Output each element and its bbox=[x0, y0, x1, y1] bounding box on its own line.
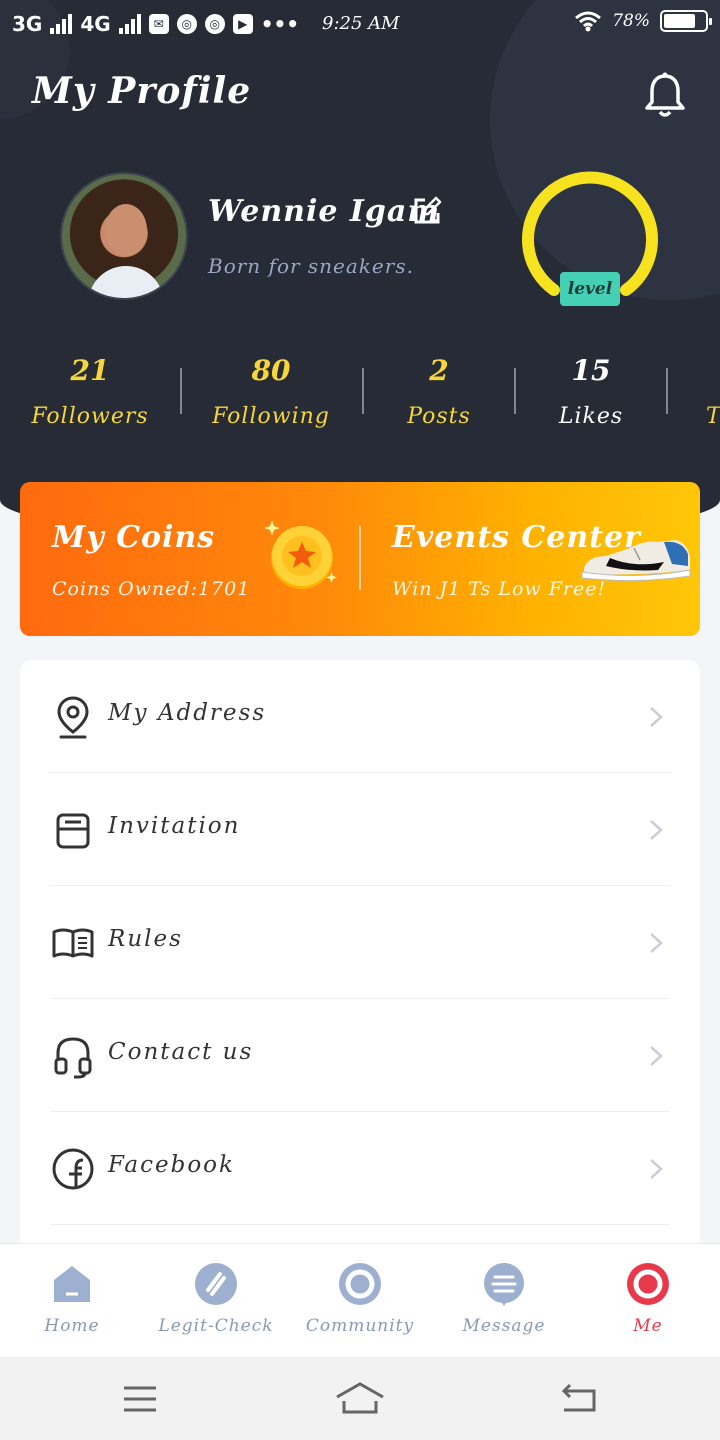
signal-icon bbox=[118, 14, 141, 34]
stat-next-partial[interactable]: T bbox=[706, 350, 720, 429]
stat-value: 15 bbox=[571, 354, 611, 387]
menu-item-rules[interactable]: Rules bbox=[20, 886, 700, 999]
separator bbox=[50, 1224, 670, 1225]
avatar-face bbox=[105, 204, 147, 256]
youtube-icon: ▶ bbox=[232, 14, 253, 34]
system-nav-bar bbox=[0, 1357, 720, 1440]
stat-label: Likes bbox=[558, 404, 624, 429]
bell-icon[interactable] bbox=[640, 70, 690, 120]
stat-likes[interactable]: 15 Likes bbox=[516, 350, 666, 429]
tab-label: Community bbox=[305, 1316, 415, 1336]
network-3g: 3G bbox=[12, 12, 43, 36]
menu-list: My Address Invitation Rules Contact us F… bbox=[20, 660, 700, 1280]
facebook-icon bbox=[52, 1148, 94, 1190]
stat-followers[interactable]: 21 Followers bbox=[15, 350, 165, 429]
tab-label: Home bbox=[44, 1316, 100, 1336]
divider bbox=[666, 368, 668, 414]
chrome-icon: ◎ bbox=[176, 14, 197, 34]
tab-label: Me bbox=[633, 1316, 663, 1336]
my-coins-title[interactable]: My Coins bbox=[52, 520, 215, 555]
stat-value-empty bbox=[706, 350, 720, 392]
menu-item-contact[interactable]: Contact us bbox=[20, 999, 700, 1112]
page-title: My Profile bbox=[32, 70, 252, 112]
stat-posts[interactable]: 2 Posts bbox=[364, 350, 514, 429]
location-pin-icon bbox=[57, 696, 89, 739]
menu-item-address[interactable]: My Address bbox=[20, 660, 700, 773]
legit-check-icon bbox=[195, 1263, 237, 1305]
stat-label: T bbox=[706, 404, 720, 429]
invitation-icon bbox=[56, 813, 90, 849]
avatar[interactable] bbox=[60, 172, 188, 300]
menu-item-invitation[interactable]: Invitation bbox=[20, 773, 700, 886]
status-bar: 3G 4G ✉ ◎ ◎ ▶ ••• 9:25 AM 78% bbox=[0, 0, 720, 48]
chevron-right-icon bbox=[650, 1159, 663, 1179]
tab-community[interactable]: Community bbox=[288, 1244, 432, 1358]
chevron-right-icon bbox=[650, 933, 663, 953]
battery-percent: 78% bbox=[612, 11, 650, 31]
chrome-icon: ◎ bbox=[204, 14, 225, 34]
avatar-shirt bbox=[88, 266, 164, 298]
stat-value: 2 bbox=[429, 354, 449, 387]
headset-icon bbox=[54, 1037, 92, 1079]
chevron-right-icon bbox=[650, 820, 663, 840]
menu-item-label: Rules bbox=[108, 926, 183, 952]
profile-bio: Born for sneakers. bbox=[208, 254, 414, 278]
chevron-right-icon bbox=[650, 707, 663, 727]
tab-home[interactable]: Home bbox=[0, 1244, 144, 1358]
battery-icon bbox=[660, 10, 712, 32]
menu-item-label: Invitation bbox=[108, 813, 241, 839]
tab-me[interactable]: Me bbox=[576, 1244, 720, 1358]
banner-divider bbox=[359, 526, 361, 590]
edit-icon[interactable] bbox=[412, 196, 442, 226]
wifi-icon bbox=[575, 11, 602, 32]
coins-events-banner: My Coins Coins Owned:1701 Events Center … bbox=[20, 482, 700, 636]
menu-item-label: Facebook bbox=[108, 1152, 235, 1178]
mail-icon: ✉ bbox=[148, 14, 169, 34]
status-bar-right: 78% bbox=[574, 10, 712, 32]
clock: 9:25 AM bbox=[322, 13, 400, 34]
tab-label: Message bbox=[462, 1316, 546, 1336]
tab-label: Legit-Check bbox=[158, 1316, 274, 1336]
community-icon bbox=[339, 1263, 381, 1305]
events-subtitle: Win J1 Ts Low Free! bbox=[392, 578, 607, 600]
stat-following[interactable]: 80 Following bbox=[196, 350, 346, 429]
coin-icon[interactable] bbox=[264, 518, 344, 598]
sneaker-image bbox=[581, 540, 691, 582]
stats-row: 21 Followers 80 Following 2 Posts 15 Lik… bbox=[0, 350, 720, 440]
stat-label: Followers bbox=[31, 404, 149, 429]
me-icon bbox=[627, 1263, 669, 1305]
stat-value: 80 bbox=[251, 354, 291, 387]
stat-value: 21 bbox=[70, 354, 110, 387]
message-icon bbox=[484, 1263, 524, 1306]
coins-owned: Coins Owned:1701 bbox=[52, 578, 251, 600]
menu-icon[interactable] bbox=[122, 1385, 158, 1413]
network-4g: 4G bbox=[80, 12, 111, 36]
stat-label: Following bbox=[212, 404, 330, 429]
home-nav-icon[interactable] bbox=[334, 1381, 386, 1415]
chevron-right-icon bbox=[650, 1046, 663, 1066]
status-bar-left: 3G 4G ✉ ◎ ◎ ▶ ••• bbox=[12, 12, 299, 36]
profile-name: Wennie Igam bbox=[208, 194, 441, 229]
signal-icon bbox=[50, 14, 73, 34]
menu-item-label: My Address bbox=[108, 700, 267, 726]
menu-item-label: Contact us bbox=[108, 1039, 254, 1065]
more-notifications: ••• bbox=[260, 12, 300, 36]
bottom-tab-bar: Home Legit-Check Community Message Me bbox=[0, 1243, 720, 1357]
menu-item-facebook[interactable]: Facebook bbox=[20, 1112, 700, 1225]
home-icon bbox=[54, 1266, 90, 1302]
level-badge[interactable]: level bbox=[560, 272, 620, 306]
tab-legit-check[interactable]: Legit-Check bbox=[144, 1244, 288, 1358]
stat-label: Posts bbox=[407, 404, 471, 429]
divider bbox=[180, 368, 182, 414]
back-icon[interactable] bbox=[560, 1383, 598, 1413]
book-icon bbox=[52, 928, 94, 958]
tab-message[interactable]: Message bbox=[432, 1244, 576, 1358]
